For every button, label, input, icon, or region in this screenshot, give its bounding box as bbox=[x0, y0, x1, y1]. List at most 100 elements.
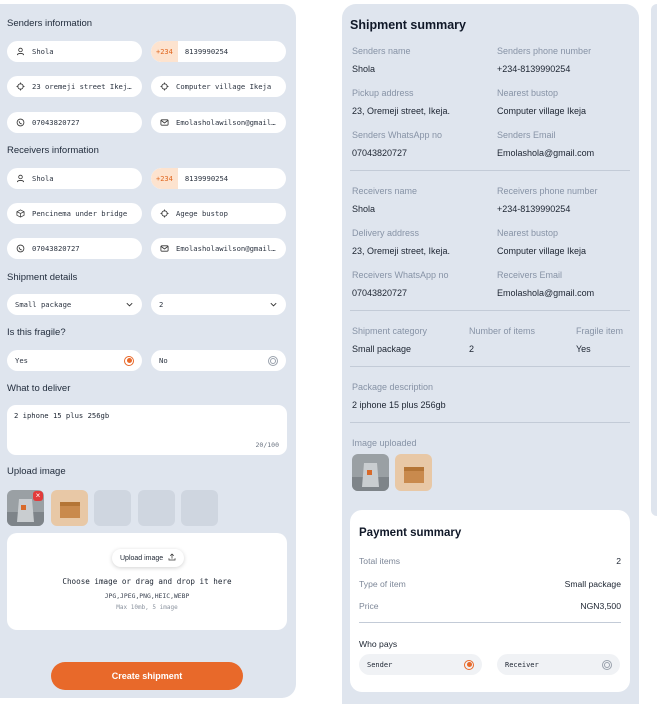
shipment-form-panel: Senders information Shola +234 813999025… bbox=[0, 4, 296, 698]
image-box-icon bbox=[395, 454, 432, 491]
receivers-email-label: Receivers Email bbox=[497, 270, 563, 280]
location-target-icon bbox=[159, 208, 170, 219]
category-value: Small package bbox=[352, 344, 412, 354]
items-value: 2 bbox=[469, 344, 475, 354]
receivers-phone-value: +234-8139990254 bbox=[497, 204, 571, 214]
whatsapp-icon bbox=[15, 243, 26, 254]
payment-title: Payment summary bbox=[359, 527, 462, 539]
dropzone-limits: Max 10mb, 5 image bbox=[116, 604, 178, 611]
receiver-bustop-value: Computer village Ikeja bbox=[497, 246, 587, 256]
uploaded-image-thumb[interactable] bbox=[51, 490, 88, 526]
receiver-email-input[interactable]: Emolasholawilson@gmail.com bbox=[151, 238, 286, 259]
image-uploaded-label: Image uploaded bbox=[352, 438, 417, 448]
fragile-label: Fragile item bbox=[576, 326, 624, 336]
upload-icon bbox=[168, 553, 176, 563]
receiver-bustop-input[interactable]: Agege bustop bbox=[151, 203, 286, 224]
fragile-title: Is this fragile? bbox=[7, 327, 66, 338]
divider bbox=[359, 622, 621, 623]
category-label: Shipment category bbox=[352, 326, 428, 336]
dropzone-formats: JPG,JPEG,PNG,HEIC,WEBP bbox=[104, 592, 190, 600]
radio-unselected-icon[interactable] bbox=[268, 355, 278, 366]
radio-selected-icon[interactable] bbox=[124, 355, 134, 366]
country-code[interactable]: +234 bbox=[151, 168, 178, 189]
empty-image-slot[interactable] bbox=[94, 490, 131, 526]
whatsapp-icon bbox=[15, 117, 26, 128]
char-counter: 20/100 bbox=[255, 441, 279, 449]
receiver-name-input[interactable]: Shola bbox=[7, 168, 142, 189]
receivers-phone-label: Receivers phone number bbox=[497, 186, 598, 196]
cube-icon bbox=[15, 208, 26, 219]
package-type-select[interactable]: Small package bbox=[7, 294, 142, 315]
uploaded-image-preview bbox=[352, 454, 389, 491]
shipment-summary-panel: Shipment summary Senders name Shola Send… bbox=[342, 4, 639, 704]
payer-receiver-option[interactable]: Receiver bbox=[497, 654, 620, 675]
fragile-yes-option[interactable]: Yes bbox=[7, 350, 142, 371]
radio-unselected-icon[interactable] bbox=[602, 659, 612, 670]
country-code[interactable]: +234 bbox=[151, 41, 178, 62]
sender-email-input[interactable]: Emolasholawilson@gmail.com bbox=[151, 112, 286, 133]
empty-image-slot[interactable] bbox=[181, 490, 218, 526]
senders-section-title: Senders information bbox=[7, 18, 93, 29]
senders-name-value: Shola bbox=[352, 64, 376, 74]
pickup-value: 23, Oremeji street, Ikeja. bbox=[352, 106, 451, 116]
chevron-down-icon bbox=[124, 300, 134, 310]
mail-icon bbox=[159, 117, 170, 128]
uploaded-image-thumb[interactable]: × bbox=[7, 490, 44, 526]
sender-bustop-value: Computer village Ikeja bbox=[497, 106, 587, 116]
description-label: Package description bbox=[352, 382, 434, 392]
deliver-title: What to deliver bbox=[7, 383, 71, 394]
receiver-bustop-label: Nearest bustop bbox=[497, 228, 559, 238]
senders-whatsapp-value: 07043820727 bbox=[352, 148, 408, 158]
image-box-icon bbox=[51, 490, 88, 526]
divider bbox=[350, 422, 630, 423]
location-target-icon bbox=[15, 81, 26, 92]
receiver-phone-input[interactable]: +234 8139990254 bbox=[151, 168, 286, 189]
next-panel-edge bbox=[651, 4, 657, 516]
price-value: NGN3,500 bbox=[580, 601, 621, 611]
who-pays-label: Who pays bbox=[359, 639, 398, 649]
sender-name-input[interactable]: Shola bbox=[7, 41, 142, 62]
divider bbox=[350, 366, 630, 367]
deliver-textarea[interactable]: 2 iphone 15 plus 256gb 20/100 bbox=[7, 405, 287, 455]
image-bag-icon bbox=[352, 454, 389, 491]
receivers-section-title: Receivers information bbox=[7, 145, 99, 156]
uploaded-image-preview bbox=[395, 454, 432, 491]
receivers-email-value: Emolashola@gmail.com bbox=[497, 288, 595, 298]
type-value: Small package bbox=[564, 579, 621, 589]
divider bbox=[350, 310, 630, 311]
chevron-down-icon bbox=[268, 300, 278, 310]
senders-phone-label: Senders phone number bbox=[497, 46, 592, 56]
upload-image-button[interactable]: Upload image bbox=[112, 549, 185, 567]
item-count-select[interactable]: 2 bbox=[151, 294, 286, 315]
type-label: Type of item bbox=[359, 579, 406, 589]
upload-title: Upload image bbox=[7, 466, 66, 477]
summary-title: Shipment summary bbox=[350, 18, 467, 32]
receivers-name-value: Shola bbox=[352, 204, 376, 214]
receivers-whatsapp-value: 07043820727 bbox=[352, 288, 408, 298]
delete-image-icon[interactable]: × bbox=[33, 491, 43, 501]
radio-selected-icon[interactable] bbox=[464, 659, 474, 670]
payer-sender-option[interactable]: Sender bbox=[359, 654, 482, 675]
price-label: Price bbox=[359, 601, 379, 611]
image-dropzone[interactable]: Upload image Choose image or drag and dr… bbox=[7, 533, 287, 630]
senders-email-value: Emolashola@gmail.com bbox=[497, 148, 595, 158]
create-shipment-button[interactable]: Create shipment bbox=[51, 662, 243, 690]
sender-address-input[interactable]: 23 oremeji street Ikeja ... bbox=[7, 76, 142, 97]
senders-phone-value: +234-8139990254 bbox=[497, 64, 571, 74]
dropzone-instruction: Choose image or drag and drop it here bbox=[62, 577, 232, 586]
delivery-label: Delivery address bbox=[352, 228, 420, 238]
receiver-whatsapp-input[interactable]: 07043820727 bbox=[7, 238, 142, 259]
fragile-no-option[interactable]: No bbox=[151, 350, 286, 371]
mail-icon bbox=[159, 243, 170, 254]
payment-summary-card: Payment summary Total items 2 Type of it… bbox=[350, 510, 630, 692]
sender-whatsapp-input[interactable]: 07043820727 bbox=[7, 112, 142, 133]
senders-email-label: Senders Email bbox=[497, 130, 556, 140]
sender-bustop-label: Nearest bustop bbox=[497, 88, 559, 98]
location-target-icon bbox=[159, 81, 170, 92]
receiver-address-input[interactable]: Pencinema under bridge bbox=[7, 203, 142, 224]
pickup-label: Pickup address bbox=[352, 88, 414, 98]
total-items-value: 2 bbox=[616, 556, 621, 566]
sender-phone-input[interactable]: +234 8139990254 bbox=[151, 41, 286, 62]
empty-image-slot[interactable] bbox=[138, 490, 175, 526]
sender-bustop-input[interactable]: Computer village Ikeja bbox=[151, 76, 286, 97]
